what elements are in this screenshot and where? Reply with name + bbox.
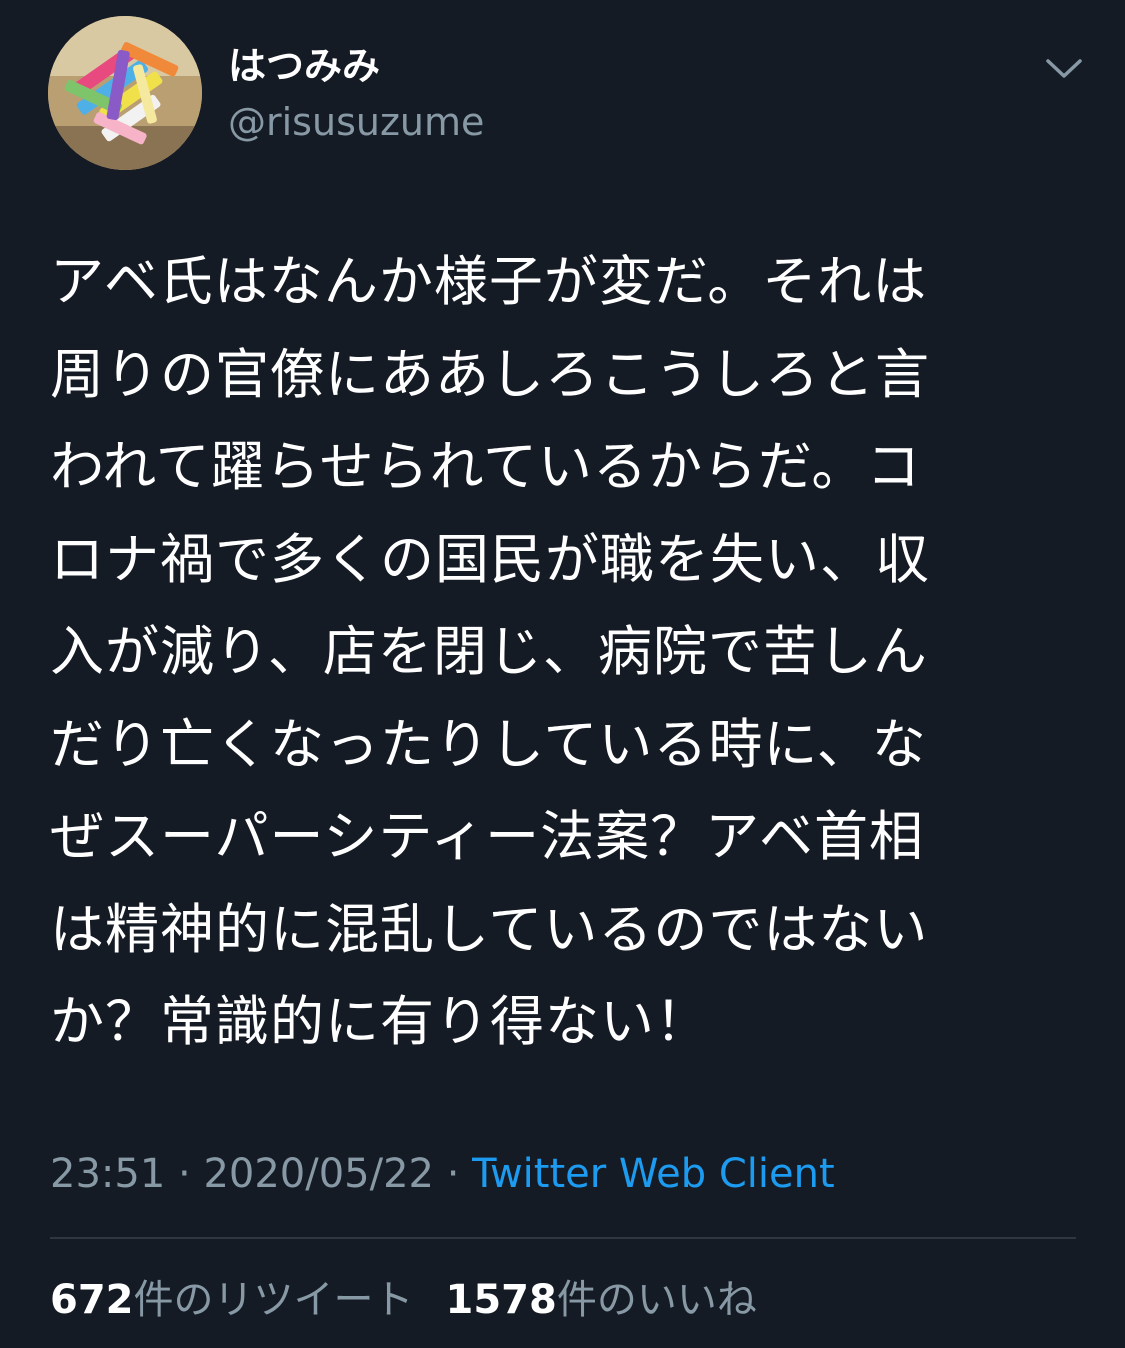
avatar[interactable] [48,16,202,170]
retweets-count: 672 [50,1277,134,1323]
tweet-stats: 672件のリツイート 1578件のいいね [50,1272,757,1328]
retweets-label: 件のリツイート [133,1277,414,1323]
likes-stat[interactable]: 1578件のいいね [446,1277,757,1323]
tweet-text: アベ氏はなんか様子が変だ。それは 周りの官僚にああしろこうしろと言 われて躍らせ… [50,236,1050,1069]
retweets-stat[interactable]: 672件のリツイート [50,1277,414,1323]
chevron-down-icon [1046,59,1082,78]
divider [50,1237,1076,1239]
tweet-text-line: 周りの官僚にああしろこうしろと言 [50,342,930,406]
tweet-text-line: ロナ禍で多くの国民が職を失い、収 [50,527,930,591]
tweet-text-line: は精神的に混乱しているのではない [50,897,929,961]
user-handle[interactable]: @risusuzume [228,96,484,148]
tweet-source-link[interactable]: Twitter Web Client [472,1151,835,1197]
more-options-button[interactable] [1038,44,1090,92]
tweet-text-line: か？常識的に有り得ない！ [50,990,710,1053]
tweet-text-line: だり亡くなったりしている時に、な [50,712,927,776]
tweet-date[interactable]: 2020/05/22 [203,1151,434,1197]
tweet-time[interactable]: 23:51 [50,1151,165,1197]
meta-separator: · [165,1151,204,1197]
likes-label: 件のいいね [556,1277,757,1323]
tweet-text-line: われて躍らせられているからだ。コ [50,435,922,498]
likes-count: 1578 [445,1277,557,1323]
tweet-text-line: ぜスーパーシティー法案？アベ首相 [50,805,925,868]
tweet-detail: はつみみ @risusuzume アベ氏はなんか様子が変だ。それは 周りの官僚に… [0,0,1125,1348]
meta-separator: · [433,1151,473,1197]
tweet-text-line: 入が減り、店を閉じ、病院で苦しん [50,620,928,683]
avatar-chalk-photo [48,16,202,170]
display-name[interactable]: はつみみ [228,40,380,92]
tweet-metadata: 23:51 · 2020/05/22 · Twitter Web Client [50,1146,835,1202]
tweet-text-line: アベ氏はなんか様子が変だ。それは [50,250,928,313]
